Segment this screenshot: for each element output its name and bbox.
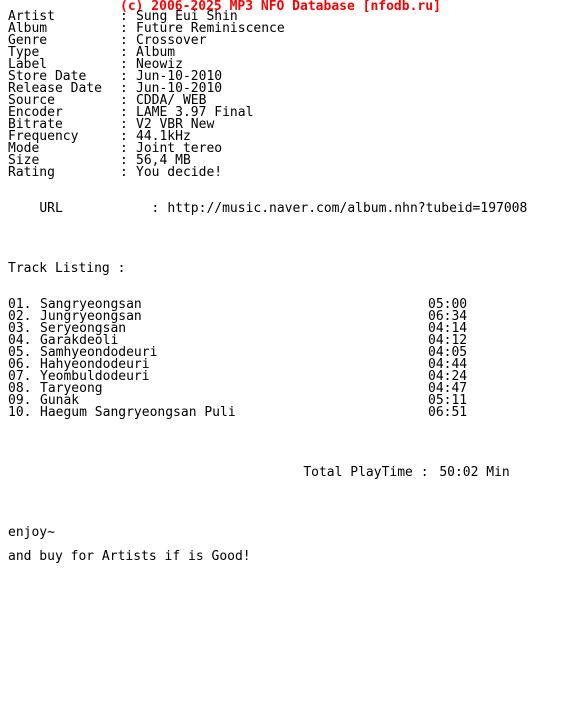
track-title: Haegum Sangryeongsan Puli: [40, 405, 236, 420]
tracklist-heading: Track Listing :: [8, 261, 126, 276]
total-playtime-value: 50:02 Min: [439, 465, 510, 480]
metadata-value: You decide!: [136, 165, 223, 180]
metadata-row: Rating: You decide!: [0, 165, 223, 180]
track-number: 10.: [8, 405, 32, 420]
track-duration: 06:51: [428, 405, 468, 420]
total-playtime-label: Total PlayTime :: [303, 465, 429, 480]
url-label: URL: [39, 201, 63, 216]
footer-line-enjoy: enjoy~: [8, 525, 55, 540]
total-playtime-row: Total PlayTime : 50:02 Min: [0, 455, 509, 479]
track-title: Taryeong: [40, 381, 103, 396]
footer-line-buy: and buy for Artists if is Good!: [8, 549, 251, 564]
url-value[interactable]: http://music.naver.com/album.nhn?tubeid=…: [167, 202, 527, 215]
url-row: URL: http://music.naver.com/album.nhn?tub…: [0, 191, 527, 215]
url-separator: :: [151, 201, 160, 216]
metadata-label: Rating: [8, 165, 55, 180]
nfo-document: (c) 2006-2025 MP3 NFO Database [nfodb.ru…: [0, 0, 584, 720]
track-row: 10. Haegum Sangryeongsan Puli 06:51: [0, 405, 468, 420]
metadata-separator: :: [120, 165, 128, 180]
